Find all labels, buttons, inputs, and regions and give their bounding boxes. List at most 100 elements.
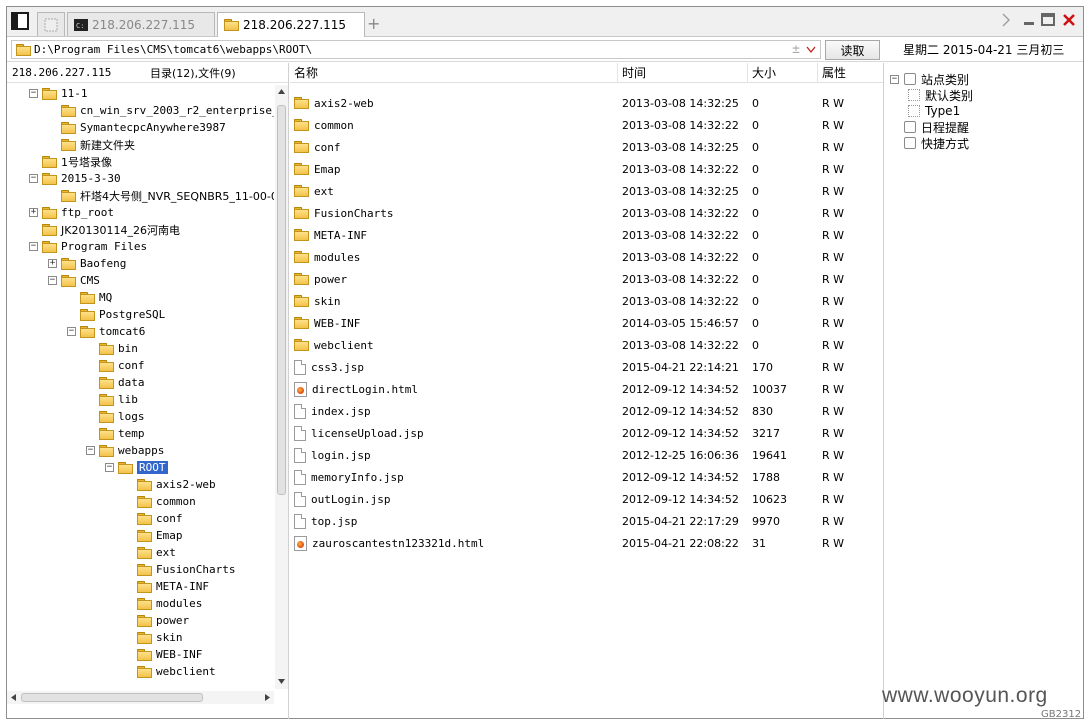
path-input[interactable]: D:\Program Files\CMS\tomcat6\webapps\ROO…	[11, 40, 821, 59]
bookmark-add-icon[interactable]: ±	[792, 42, 800, 57]
tree-item[interactable]: − ROOT	[105, 459, 168, 476]
file-size: 0	[752, 206, 759, 220]
collapse-icon[interactable]: −	[105, 463, 114, 472]
tree-item[interactable]: 杆塔4大号侧_NVR_SEQNBR5_11-00-00	[48, 187, 274, 204]
collapse-icon[interactable]: −	[29, 174, 38, 183]
tree-item[interactable]: webclient	[124, 663, 216, 680]
tree-item[interactable]: − tomcat6	[67, 323, 145, 340]
maximize-button[interactable]	[1041, 13, 1055, 31]
scroll-right-icon[interactable]	[265, 694, 270, 701]
new-tab-button[interactable]: +	[367, 14, 380, 33]
scroll-thumb[interactable]	[277, 105, 286, 495]
tree-vertical-scrollbar[interactable]	[275, 85, 288, 689]
expand-icon[interactable]: +	[48, 259, 57, 268]
chevron-down-icon[interactable]	[806, 46, 816, 54]
tree-item[interactable]: common	[124, 493, 196, 510]
file-row[interactable]: outLogin.jsp 2012-09-12 14:34:52 10623 R W	[290, 488, 883, 510]
file-row[interactable]: webclient 2013-03-08 14:32:22 0 R W	[290, 334, 883, 356]
tree-item[interactable]: lib	[86, 391, 138, 408]
tree-item[interactable]: − CMS	[48, 272, 100, 289]
tree-item[interactable]: WEB-INF	[124, 646, 202, 663]
tab-blank[interactable]	[37, 12, 65, 36]
file-time: 2012-09-12 14:34:52	[622, 492, 739, 506]
file-row[interactable]: META-INF 2013-03-08 14:32:22 0 R W	[290, 224, 883, 246]
tree-item[interactable]: JK20130114_26河南电	[29, 221, 180, 238]
tree-item[interactable]: − webapps	[86, 442, 164, 459]
file-row[interactable]: WEB-INF 2014-03-05 15:46:57 0 R W	[290, 312, 883, 334]
file-row[interactable]: axis2-web 2013-03-08 14:32:25 0 R W	[290, 92, 883, 114]
tree-item[interactable]: axis2-web	[124, 476, 216, 493]
file-row[interactable]: conf 2013-03-08 14:32:25 0 R W	[290, 136, 883, 158]
tree-item[interactable]: bin	[86, 340, 138, 357]
close-button[interactable]	[1062, 13, 1076, 31]
tree-item[interactable]: power	[124, 612, 189, 629]
file-row[interactable]: Emap 2013-03-08 14:32:22 0 R W	[290, 158, 883, 180]
tree-item[interactable]: conf	[124, 510, 183, 527]
file-row[interactable]: skin 2013-03-08 14:32:22 0 R W	[290, 290, 883, 312]
expand-icon[interactable]: +	[29, 208, 38, 217]
read-button[interactable]: 读取	[825, 40, 880, 60]
tree-item[interactable]: FusionCharts	[124, 561, 235, 578]
file-row[interactable]: login.jsp 2012-12-25 16:06:36 19641 R W	[290, 444, 883, 466]
file-row[interactable]: power 2013-03-08 14:32:22 0 R W	[290, 268, 883, 290]
tree-item[interactable]: logs	[86, 408, 145, 425]
tree-item[interactable]: + Baofeng	[48, 255, 126, 272]
tree-item[interactable]: − 2015-3-30	[29, 170, 121, 187]
column-header-size[interactable]: 大小	[748, 63, 818, 82]
scroll-down-icon[interactable]	[278, 679, 285, 684]
site-tree-item[interactable]: Type1	[908, 103, 960, 119]
minimize-button[interactable]	[1023, 13, 1035, 31]
tree-item[interactable]: data	[86, 374, 145, 391]
file-attr: R W	[822, 140, 845, 154]
scroll-thumb[interactable]	[21, 693, 203, 702]
tree-item[interactable]: modules	[124, 595, 202, 612]
date-display: 星期二 2015-04-21 三月初三	[903, 43, 1065, 57]
tree-item[interactable]: ext	[124, 544, 176, 561]
site-tree-item[interactable]: 快捷方式	[890, 135, 969, 151]
tree-item[interactable]: conf	[86, 357, 145, 374]
file-row[interactable]: memoryInfo.jsp 2012-09-12 14:34:52 1788 R W	[290, 466, 883, 488]
tree-item[interactable]: + ftp_root	[29, 204, 114, 221]
site-tree-item[interactable]: − 站点类别	[890, 71, 969, 87]
file-row[interactable]: ext 2013-03-08 14:32:25 0 R W	[290, 180, 883, 202]
site-tree-item[interactable]: 日程提醒	[890, 119, 969, 135]
column-header-time[interactable]: 时间	[618, 63, 748, 82]
scroll-up-icon[interactable]	[278, 89, 285, 94]
chevron-right-icon[interactable]	[1001, 13, 1011, 31]
collapse-icon[interactable]: −	[890, 74, 899, 84]
tree-item[interactable]: Emap	[124, 527, 183, 544]
tree-item[interactable]: MQ	[67, 289, 112, 306]
tree-item[interactable]: skin	[124, 629, 183, 646]
collapse-icon[interactable]: −	[86, 446, 95, 455]
tree-item[interactable]: 新建文件夹	[48, 136, 135, 153]
collapse-icon[interactable]: −	[29, 89, 38, 98]
file-row[interactable]: zauroscantestn123321d.html 2015-04-21 22:…	[290, 532, 883, 554]
file-row[interactable]: common 2013-03-08 14:32:22 0 R W	[290, 114, 883, 136]
collapse-icon[interactable]: −	[67, 327, 76, 336]
scroll-left-icon[interactable]	[11, 694, 16, 701]
file-row[interactable]: index.jsp 2012-09-12 14:34:52 830 R W	[290, 400, 883, 422]
file-row[interactable]: licenseUpload.jsp 2012-09-12 14:34:52 3217…	[290, 422, 883, 444]
file-row[interactable]: directLogin.html 2012-09-12 14:34:52 10037…	[290, 378, 883, 400]
tree-item[interactable]: − Program Files	[29, 238, 147, 255]
column-header-attr[interactable]: 属性	[818, 63, 878, 82]
site-tree-item[interactable]: 默认类别	[908, 87, 973, 103]
tree-item[interactable]: − 11-1	[29, 85, 88, 102]
tree-item[interactable]: temp	[86, 425, 145, 442]
collapse-icon[interactable]: −	[48, 276, 57, 285]
file-row[interactable]: top.jsp 2015-04-21 22:17:29 9970 R W	[290, 510, 883, 532]
file-row[interactable]: modules 2013-03-08 14:32:22 0 R W	[290, 246, 883, 268]
sidebar-toggle-button[interactable]	[11, 12, 31, 32]
tree-item[interactable]: 1号塔录像	[29, 153, 112, 170]
tab-terminal[interactable]: C: 218.206.227.115	[67, 12, 215, 36]
tree-horizontal-scrollbar[interactable]	[7, 691, 274, 704]
column-header-name[interactable]: 名称	[290, 63, 618, 82]
tree-item[interactable]: cn_win_srv_2003_r2_enterprise_w	[48, 102, 274, 119]
tree-item[interactable]: META-INF	[124, 578, 209, 595]
file-row[interactable]: css3.jsp 2015-04-21 22:14:21 170 R W	[290, 356, 883, 378]
file-row[interactable]: FusionCharts 2013-03-08 14:32:22 0 R W	[290, 202, 883, 224]
tab-file-manager[interactable]: 218.206.227.115	[217, 12, 365, 37]
tree-item[interactable]: SymantecpcAnywhere3987	[48, 119, 226, 136]
tree-item[interactable]: PostgreSQL	[67, 306, 165, 323]
collapse-icon[interactable]: −	[29, 242, 38, 251]
